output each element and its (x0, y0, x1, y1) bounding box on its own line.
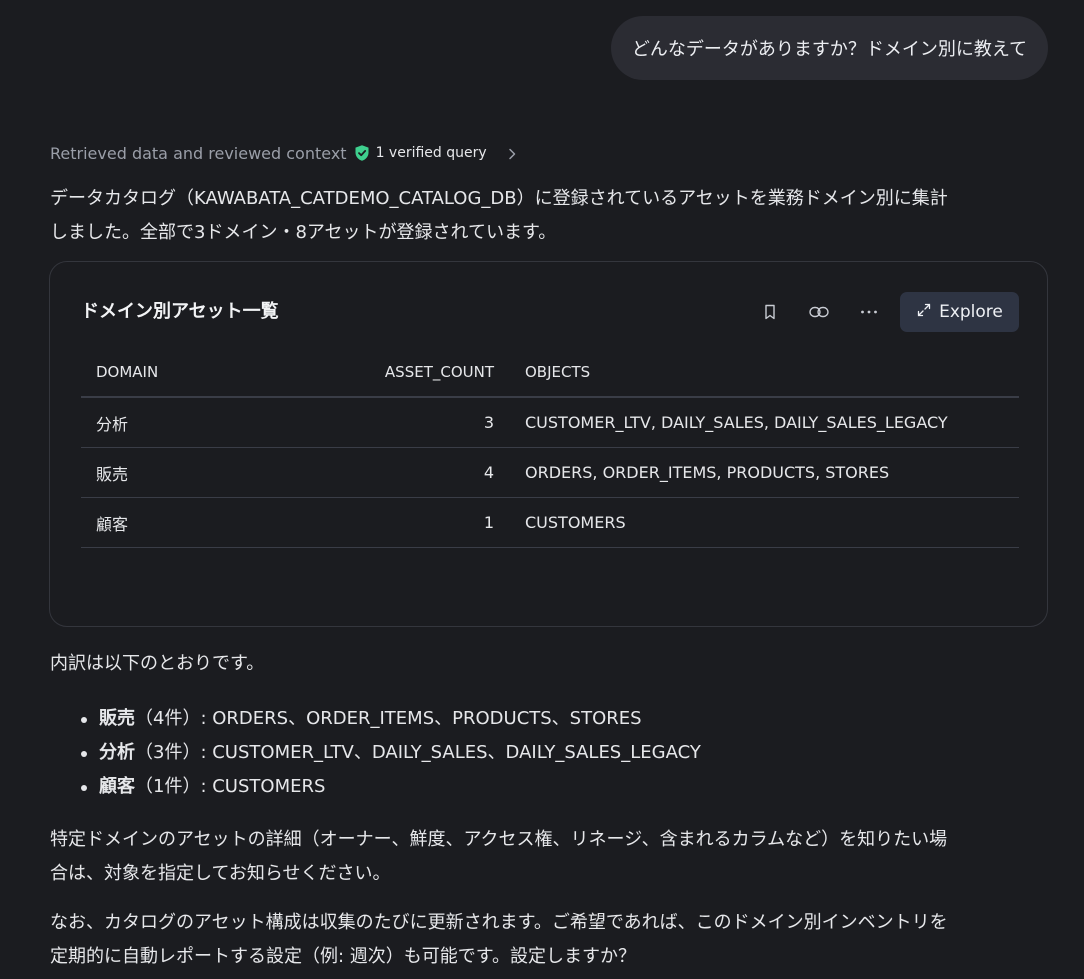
list-item-detail: （3件）: CUSTOMER_LTV、DAILY_SALES、DAILY_SAL… (135, 742, 701, 763)
context-status-text: Retrieved data and reviewed context (50, 143, 347, 163)
note-line-1: なお、カタログのアセット構成は収集のたびに更新されます。ご希望であれば、このドメ… (50, 912, 948, 933)
intro-line-2: しました。全部で3ドメイン・8アセットが登録されています。 (50, 222, 557, 243)
detail-line-2: 合は、対象を指定してお知らせください。 (50, 863, 391, 884)
column-header-asset-count[interactable]: ASSET_COUNT (256, 348, 525, 398)
verified-shield-icon (353, 144, 371, 162)
link-icon[interactable] (809, 302, 829, 322)
detail-line-1: 特定ドメインのアセットの詳細（オーナー、鮮度、アクセス権、リネージ、含まれるカラ… (50, 829, 948, 850)
table-row: 販売 4 ORDERS, ORDER_ITEMS, PRODUCTS, STOR… (81, 447, 1019, 498)
card-title: ドメイン別アセット一覧 (81, 301, 279, 322)
explore-button-label: Explore (939, 302, 1003, 322)
breakdown-list: 販売（4件）: ORDERS、ORDER_ITEMS、PRODUCTS、STOR… (50, 702, 701, 804)
chat-page: どんなデータがありますか？ドメイン別に教えて Retrieved data an… (0, 0, 1084, 979)
list-item-domain: 販売 (99, 708, 135, 729)
chevron-right-icon[interactable] (505, 146, 519, 160)
user-message-bubble: どんなデータがありますか？ドメイン別に教えて (610, 16, 1048, 80)
more-options-icon[interactable] (859, 302, 879, 322)
expand-arrows-icon (916, 302, 932, 323)
explore-button[interactable]: Explore (900, 292, 1019, 332)
list-item: 販売（4件）: ORDERS、ORDER_ITEMS、PRODUCTS、STOR… (50, 702, 701, 736)
list-item: 分析（3件）: CUSTOMER_LTV、DAILY_SALES、DAILY_S… (50, 736, 701, 770)
table-row: 顧客 1 CUSTOMERS (81, 497, 1019, 548)
note-paragraph: なお、カタログのアセット構成は収集のたびに更新されます。ご希望であれば、このドメ… (50, 906, 1050, 974)
cell-asset-count: 4 (256, 447, 525, 498)
bookmark-icon[interactable] (760, 302, 780, 322)
list-item-detail: （4件）: ORDERS、ORDER_ITEMS、PRODUCTS、STORES (135, 708, 642, 729)
result-card: ドメイン別アセット一覧 Explore DOMAIN ASSET_COUNT O… (49, 261, 1048, 627)
breakdown-intro: 内訳は以下のとおりです。 (50, 653, 265, 674)
column-header-domain[interactable]: DOMAIN (81, 348, 256, 398)
cell-asset-count: 1 (256, 497, 525, 548)
asset-table: DOMAIN ASSET_COUNT OBJECTS 分析 3 CUSTOMER… (81, 348, 1019, 548)
intro-line-1: データカタログ（KAWABATA_CATDEMO_CATALOG_DB）に登録さ… (50, 188, 948, 209)
list-item-domain: 顧客 (99, 776, 135, 797)
table-row: 分析 3 CUSTOMER_LTV, DAILY_SALES, DAILY_SA… (81, 397, 1019, 448)
verified-query-label: 1 verified query (375, 145, 487, 161)
cell-domain: 販売 (81, 447, 256, 498)
cell-objects: CUSTOMERS (525, 497, 1019, 548)
cell-domain: 分析 (81, 397, 256, 448)
list-item-detail: （1件）: CUSTOMERS (135, 776, 326, 797)
cell-objects: CUSTOMER_LTV, DAILY_SALES, DAILY_SALES_L… (525, 397, 1019, 448)
column-header-objects[interactable]: OBJECTS (525, 348, 1019, 398)
intro-paragraph: データカタログ（KAWABATA_CATDEMO_CATALOG_DB）に登録さ… (50, 182, 1050, 250)
detail-paragraph: 特定ドメインのアセットの詳細（オーナー、鮮度、アクセス権、リネージ、含まれるカラ… (50, 823, 1050, 891)
list-item: 顧客（1件）: CUSTOMERS (50, 770, 701, 804)
context-status[interactable]: Retrieved data and reviewed context 1 ve… (50, 142, 519, 164)
note-line-2: 定期的に自動レポートする設定（例: 週次）も可能です。設定しますか？ (50, 946, 636, 967)
cell-asset-count: 3 (256, 397, 525, 448)
cell-domain: 顧客 (81, 497, 256, 548)
cell-objects: ORDERS, ORDER_ITEMS, PRODUCTS, STORES (525, 447, 1019, 498)
list-item-domain: 分析 (99, 742, 135, 763)
table-header-row: DOMAIN ASSET_COUNT OBJECTS (81, 348, 1019, 398)
